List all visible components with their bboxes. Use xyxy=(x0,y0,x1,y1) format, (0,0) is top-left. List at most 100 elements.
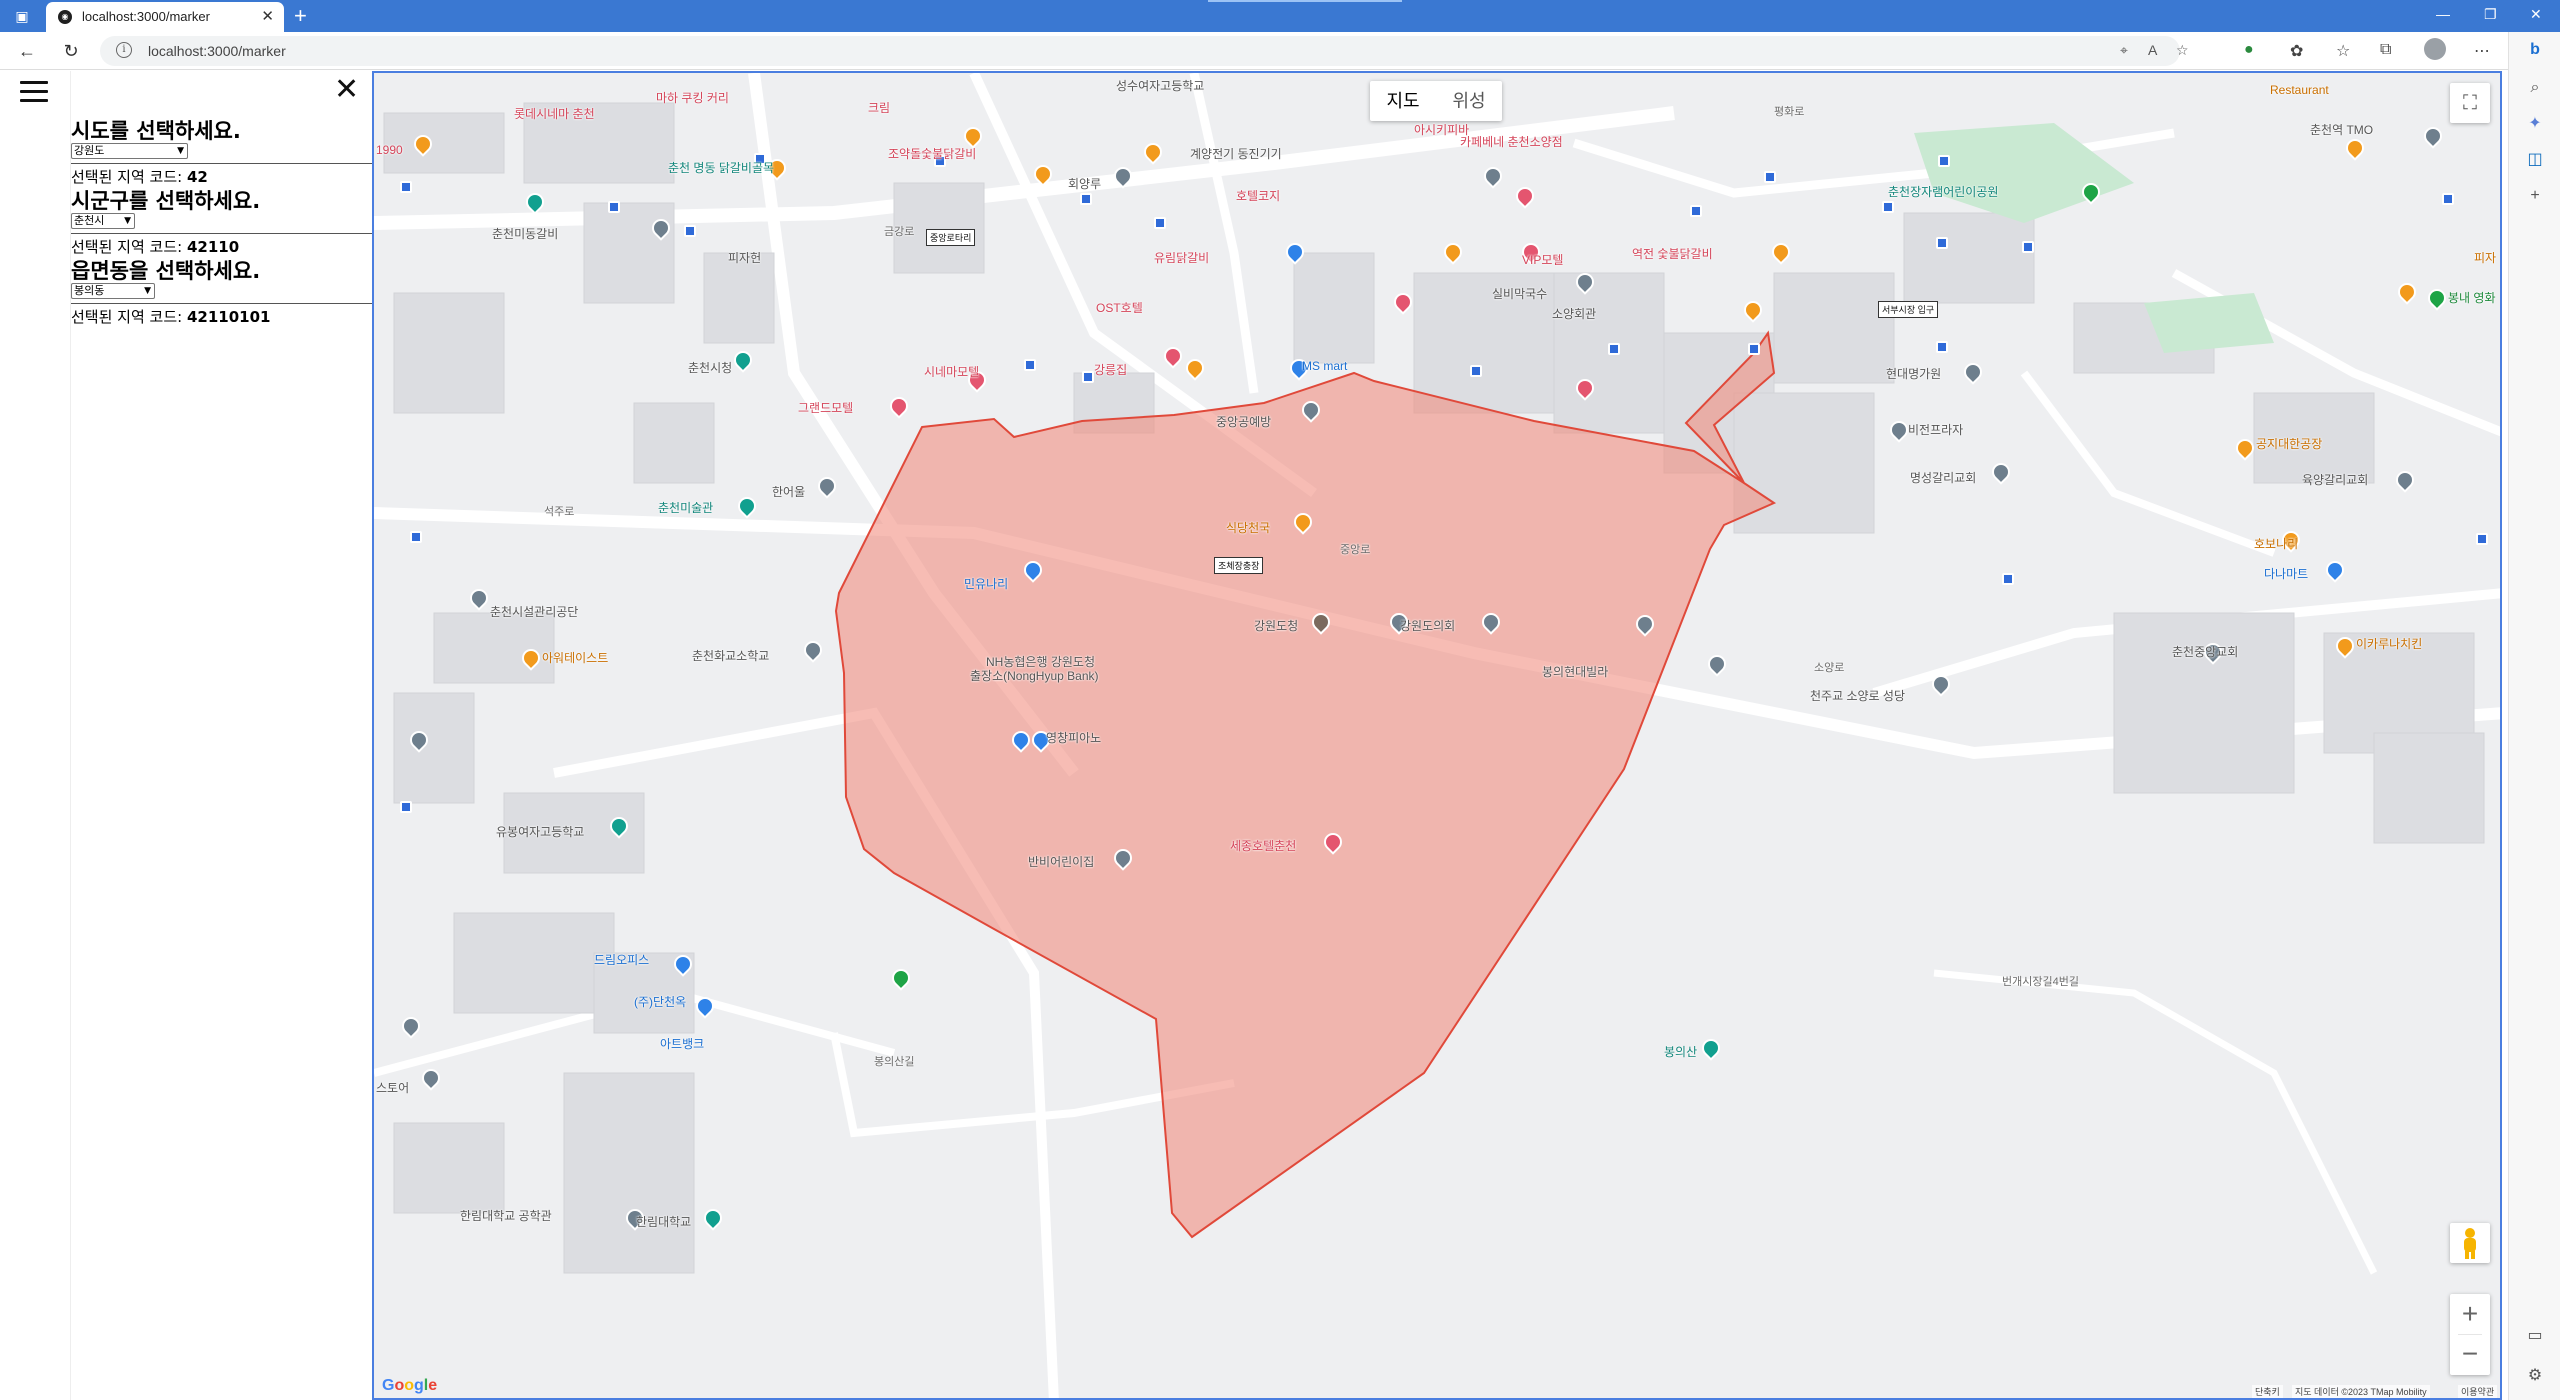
google-map[interactable]: 지도 위성 ⛶ + − Google 단축키 지도 데이터 ©2023 TMap… xyxy=(372,71,2502,1400)
tools-icon[interactable]: ✦ xyxy=(2523,112,2547,136)
zoom-in-button[interactable]: + xyxy=(2450,1294,2490,1334)
bus-stop-icon[interactable] xyxy=(2022,241,2034,253)
workspaces-icon[interactable]: ▣ xyxy=(12,6,32,26)
bus-stop-icon[interactable] xyxy=(2442,193,2454,205)
road-label: 중앙로 xyxy=(1340,544,1371,556)
new-tab-button[interactable]: + xyxy=(294,3,307,29)
tab-close-icon[interactable]: ✕ xyxy=(261,7,274,25)
more-menu-icon[interactable]: ⋯ xyxy=(2474,41,2490,61)
read-aloud-icon[interactable]: A xyxy=(2148,42,2157,58)
profile-avatar[interactable] xyxy=(2424,38,2446,60)
browser-tab[interactable]: ◉ localhost:3000/marker ✕ xyxy=(46,2,284,32)
map-type-control: 지도 위성 xyxy=(1370,81,1502,121)
bus-stop-icon[interactable] xyxy=(1082,371,1094,383)
map-canvas[interactable] xyxy=(374,73,2502,1400)
place-label: 춘천시청 xyxy=(688,361,733,375)
back-arrow-icon[interactable]: ← xyxy=(14,38,40,64)
place-label: 봉의산 xyxy=(1664,1045,1698,1059)
place-label: (주)단천옥 xyxy=(634,995,687,1009)
sido-select[interactable]: 강원도 ▼ xyxy=(71,143,188,159)
bus-stop-icon[interactable] xyxy=(400,181,412,193)
sigungu-select[interactable]: 춘천시 ▼ xyxy=(71,213,135,229)
place-label: 춘천중앙교회 xyxy=(2172,645,2239,659)
eupmyeondong-select[interactable]: 봉의동 ▼ xyxy=(71,283,155,299)
bus-stop-icon[interactable] xyxy=(684,225,696,237)
tab-title: localhost:3000/marker xyxy=(82,9,210,24)
hamburger-menu-icon[interactable] xyxy=(20,81,48,103)
minimize-icon[interactable]: — xyxy=(2436,6,2450,22)
sigungu-select-value: 춘천시 xyxy=(74,214,105,227)
bus-stop-icon[interactable] xyxy=(1882,201,1894,213)
bus-stop-icon[interactable] xyxy=(1936,341,1948,353)
place-label: 크림 xyxy=(868,101,891,115)
place-label: 명성갈리교회 xyxy=(1910,471,1977,485)
location-icon[interactable]: ⌖ xyxy=(2120,42,2128,59)
place-label: 조약돌숯불닭갈비 xyxy=(888,147,977,161)
bus-stop-icon[interactable] xyxy=(1938,155,1950,167)
place-label: OST호텔 xyxy=(1096,301,1143,315)
google-logo[interactable]: Google xyxy=(382,1377,437,1395)
bus-stop-icon[interactable] xyxy=(1690,205,1702,217)
url-field[interactable]: i localhost:3000/marker ⌖ A ☆ xyxy=(100,36,2189,66)
intersection-label: 조체장충장 xyxy=(1214,557,1264,574)
road-label: 소양로 xyxy=(1814,662,1845,674)
bus-stop-icon[interactable] xyxy=(608,201,620,213)
restore-icon[interactable]: ❐ xyxy=(2484,6,2497,23)
bus-stop-icon[interactable] xyxy=(1608,343,1620,355)
extension-icon[interactable]: ● xyxy=(2244,41,2254,59)
bus-stop-icon[interactable] xyxy=(2476,533,2488,545)
bus-stop-icon[interactable] xyxy=(1748,343,1760,355)
place-label: 강릉집 xyxy=(1094,363,1128,377)
place-label: 아트뱅크 xyxy=(660,1037,705,1051)
panel-close-icon[interactable]: ✕ xyxy=(334,73,359,107)
bus-stop-icon[interactable] xyxy=(1154,217,1166,229)
divider xyxy=(71,233,372,234)
keyboard-shortcuts-link[interactable]: 단축키 xyxy=(2252,1385,2283,1398)
bus-stop-icon[interactable] xyxy=(1936,237,1948,249)
sidebar-toggle-icon[interactable]: ▭ xyxy=(2523,1324,2547,1348)
place-label: 소양회관 xyxy=(1552,307,1597,321)
place-label: 이카루나치킨 xyxy=(2356,637,2423,651)
bus-stop-icon[interactable] xyxy=(1470,365,1482,377)
bus-stop-icon[interactable] xyxy=(1080,193,1092,205)
place-label: MS mart xyxy=(1302,359,1348,373)
url-text: localhost:3000/marker xyxy=(148,43,286,59)
terms-link[interactable]: 이용약관 xyxy=(2458,1385,2498,1398)
fullscreen-icon[interactable]: ⛶ xyxy=(2450,83,2490,123)
street-view-pegman-icon[interactable] xyxy=(2450,1223,2490,1263)
place-label: 드림오피스 xyxy=(594,953,650,967)
favorites-icon[interactable]: ☆ xyxy=(2336,41,2350,61)
map-type-satellite-button[interactable]: 위성 xyxy=(1436,81,1502,121)
selected-region-polygon[interactable] xyxy=(834,330,1777,1239)
outlook-icon[interactable]: ◫ xyxy=(2523,148,2547,172)
window-close-icon[interactable]: ✕ xyxy=(2530,6,2542,23)
map-type-roadmap-button[interactable]: 지도 xyxy=(1370,81,1436,121)
sido-select-value: 강원도 xyxy=(74,144,105,157)
eupmyeondong-code-label: 선택된 지역 코드: xyxy=(71,308,183,326)
site-info-icon[interactable]: i xyxy=(116,42,132,58)
place-label: 계양전기 동진기기 xyxy=(1190,147,1282,161)
eupmyeondong-code-value: 42110101 xyxy=(186,308,271,326)
bus-stop-icon[interactable] xyxy=(1764,171,1776,183)
place-label: 공지대한공장 xyxy=(2256,437,2323,451)
extensions-puzzle-icon[interactable]: ✿ xyxy=(2290,41,2303,61)
collections-icon[interactable]: ⧉ xyxy=(2380,41,2391,59)
place-label: 실비막국수 xyxy=(1492,287,1548,301)
bus-stop-icon[interactable] xyxy=(1024,359,1036,371)
zoom-out-button[interactable]: − xyxy=(2450,1334,2490,1374)
place-label: 역전 숯불닭갈비 xyxy=(1632,247,1713,261)
bus-stop-icon[interactable] xyxy=(400,801,412,813)
bus-stop-icon[interactable] xyxy=(2002,573,2014,585)
search-icon[interactable]: ⌕ xyxy=(2523,76,2547,100)
chevron-down-icon: ▼ xyxy=(144,286,151,296)
add-app-icon[interactable]: + xyxy=(2523,184,2547,208)
region-select-panel: ✕ 시도를 선택하세요. 강원도 ▼ 선택된 지역 코드: 42 시군구를 선택하… xyxy=(0,71,372,1400)
settings-gear-icon[interactable]: ⚙ xyxy=(2523,1364,2547,1388)
place-label: 봉의현대빌라 xyxy=(1542,665,1609,679)
bing-copilot-icon[interactable]: b xyxy=(2523,38,2547,62)
place-label: 회양루 xyxy=(1068,177,1102,191)
place-label: 춘천시설관리공단 xyxy=(490,605,579,619)
refresh-icon[interactable]: ↻ xyxy=(58,38,84,64)
bus-stop-icon[interactable] xyxy=(410,531,422,543)
favorite-add-icon[interactable]: ☆ xyxy=(2176,42,2189,59)
